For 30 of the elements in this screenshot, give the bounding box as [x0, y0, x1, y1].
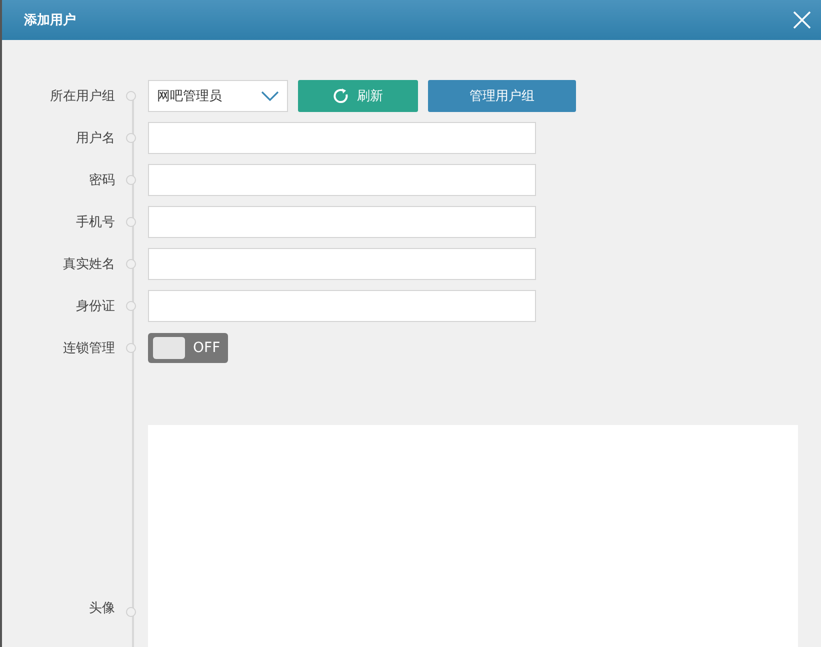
field-label: 身份证 [75, 298, 115, 315]
step-dot [126, 259, 136, 269]
step-dot [126, 91, 136, 101]
close-icon[interactable] [793, 11, 811, 29]
select-value: 网吧管理员 [157, 88, 222, 105]
refresh-icon [333, 88, 349, 104]
field-label: 头像 [88, 600, 115, 617]
step-dot [126, 133, 136, 143]
field-label: 连锁管理 [62, 340, 115, 357]
chevron-icon [261, 91, 279, 101]
field-label: 所在用户组 [49, 88, 115, 105]
field-label: 手机号 [75, 214, 115, 231]
manage-groups-button[interactable]: 管理用户组 [428, 80, 576, 112]
refresh-button[interactable]: 刷新 [298, 80, 418, 112]
step-dot [126, 607, 136, 617]
step-dot [126, 175, 136, 185]
group-select[interactable]: 网吧管理员 [148, 80, 288, 112]
step-dot [126, 217, 136, 227]
input-field[interactable] [148, 164, 536, 196]
input-field[interactable] [148, 206, 536, 238]
window-title: 添加用户 [24, 12, 76, 29]
step-dot [126, 343, 136, 353]
field-label: 密码 [88, 172, 115, 189]
toggle-switch[interactable]: OFF [148, 333, 228, 363]
field-label: 真实姓名 [62, 256, 115, 273]
field-label: 用户名 [75, 130, 115, 147]
input-field[interactable] [148, 248, 536, 280]
step-dot [126, 301, 136, 311]
input-field[interactable] [148, 290, 536, 322]
input-field[interactable] [148, 122, 536, 154]
